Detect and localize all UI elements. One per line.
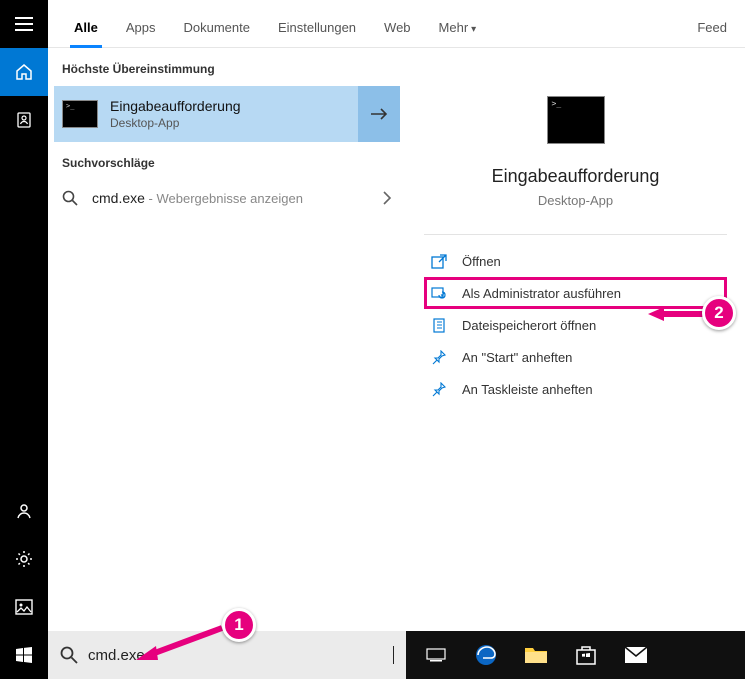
tab-feedback[interactable]: Feed <box>693 20 733 47</box>
rail-hamburger[interactable] <box>0 0 48 48</box>
best-match-subtitle: Desktop-App <box>110 116 358 130</box>
taskbar-explorer[interactable] <box>514 635 558 675</box>
admin-icon <box>430 285 448 301</box>
rail-home[interactable] <box>0 48 48 96</box>
taskbar-store[interactable] <box>564 635 608 675</box>
rail-settings[interactable] <box>0 535 48 583</box>
rail-image[interactable] <box>0 583 48 631</box>
hamburger-icon <box>15 17 33 31</box>
action-label: Öffnen <box>462 254 501 269</box>
best-match-expand-icon[interactable] <box>358 86 400 142</box>
taskbar <box>406 631 745 679</box>
tab-documents[interactable]: Dokumente <box>169 20 263 47</box>
detail-panel: Eingabeaufforderung Desktop-App Öffnen A… <box>406 48 745 631</box>
search-icon <box>62 190 78 206</box>
action-pin-taskbar[interactable]: An Taskleiste anheften <box>424 373 727 405</box>
action-label: An "Start" anheften <box>462 350 572 365</box>
folder-icon <box>430 317 448 333</box>
callout-1: 1 <box>222 608 256 642</box>
action-open[interactable]: Öffnen <box>424 245 727 277</box>
tab-all[interactable]: Alle <box>60 20 112 47</box>
gear-icon <box>14 549 34 569</box>
tab-settings[interactable]: Einstellungen <box>264 20 370 47</box>
suggestion-text: cmd.exe - Webergebnisse anzeigen <box>92 190 382 206</box>
best-match-title: Eingabeaufforderung <box>110 98 358 114</box>
cmd-icon <box>62 100 98 128</box>
taskbar-edge[interactable] <box>464 635 508 675</box>
pin-icon <box>430 381 448 397</box>
search-tabs: Alle Apps Dokumente Einstellungen Web Me… <box>48 0 745 48</box>
cmd-icon <box>547 96 605 144</box>
action-label: Als Administrator ausführen <box>462 286 621 301</box>
taskbar-taskview[interactable] <box>414 635 458 675</box>
text-caret <box>393 646 394 664</box>
search-icon <box>60 646 78 664</box>
start-rail <box>0 0 48 679</box>
pin-icon <box>430 349 448 365</box>
account-icon <box>15 502 33 520</box>
search-bar[interactable] <box>48 631 406 679</box>
open-icon <box>430 253 448 269</box>
action-label: Dateispeicherort öffnen <box>462 318 596 333</box>
folder-icon <box>524 645 548 665</box>
separator <box>424 234 727 235</box>
suggestion-item[interactable]: cmd.exe - Webergebnisse anzeigen <box>48 180 406 216</box>
detail-subtitle: Desktop-App <box>424 193 727 208</box>
edge-icon <box>474 643 498 667</box>
section-best-match: Höchste Übereinstimmung <box>48 48 406 86</box>
arrow-annotation-1 <box>134 624 226 662</box>
home-icon <box>15 63 33 81</box>
best-match-item[interactable]: Eingabeaufforderung Desktop-App <box>54 86 400 142</box>
tab-apps[interactable]: Apps <box>112 20 170 47</box>
detail-title: Eingabeaufforderung <box>424 166 727 187</box>
tab-web[interactable]: Web <box>370 20 425 47</box>
action-label: An Taskleiste anheften <box>462 382 593 397</box>
taskview-icon <box>426 647 446 663</box>
contacts-icon <box>15 111 33 129</box>
rail-start[interactable] <box>0 631 48 679</box>
taskbar-mail[interactable] <box>614 635 658 675</box>
rail-account[interactable] <box>0 487 48 535</box>
windows-icon <box>16 647 32 663</box>
callout-2: 2 <box>702 296 736 330</box>
mail-icon <box>624 646 648 664</box>
results-panel: Höchste Übereinstimmung Eingabeaufforder… <box>48 48 406 631</box>
tab-more[interactable]: Mehr▾ <box>425 20 491 47</box>
chevron-right-icon <box>382 191 392 205</box>
picture-icon <box>15 599 33 615</box>
arrow-annotation-2 <box>648 305 706 323</box>
chevron-down-icon: ▾ <box>471 24 476 35</box>
action-pin-start[interactable]: An "Start" anheften <box>424 341 727 373</box>
rail-contacts[interactable] <box>0 96 48 144</box>
section-suggestions: Suchvorschläge <box>48 142 406 180</box>
store-icon <box>575 644 597 666</box>
